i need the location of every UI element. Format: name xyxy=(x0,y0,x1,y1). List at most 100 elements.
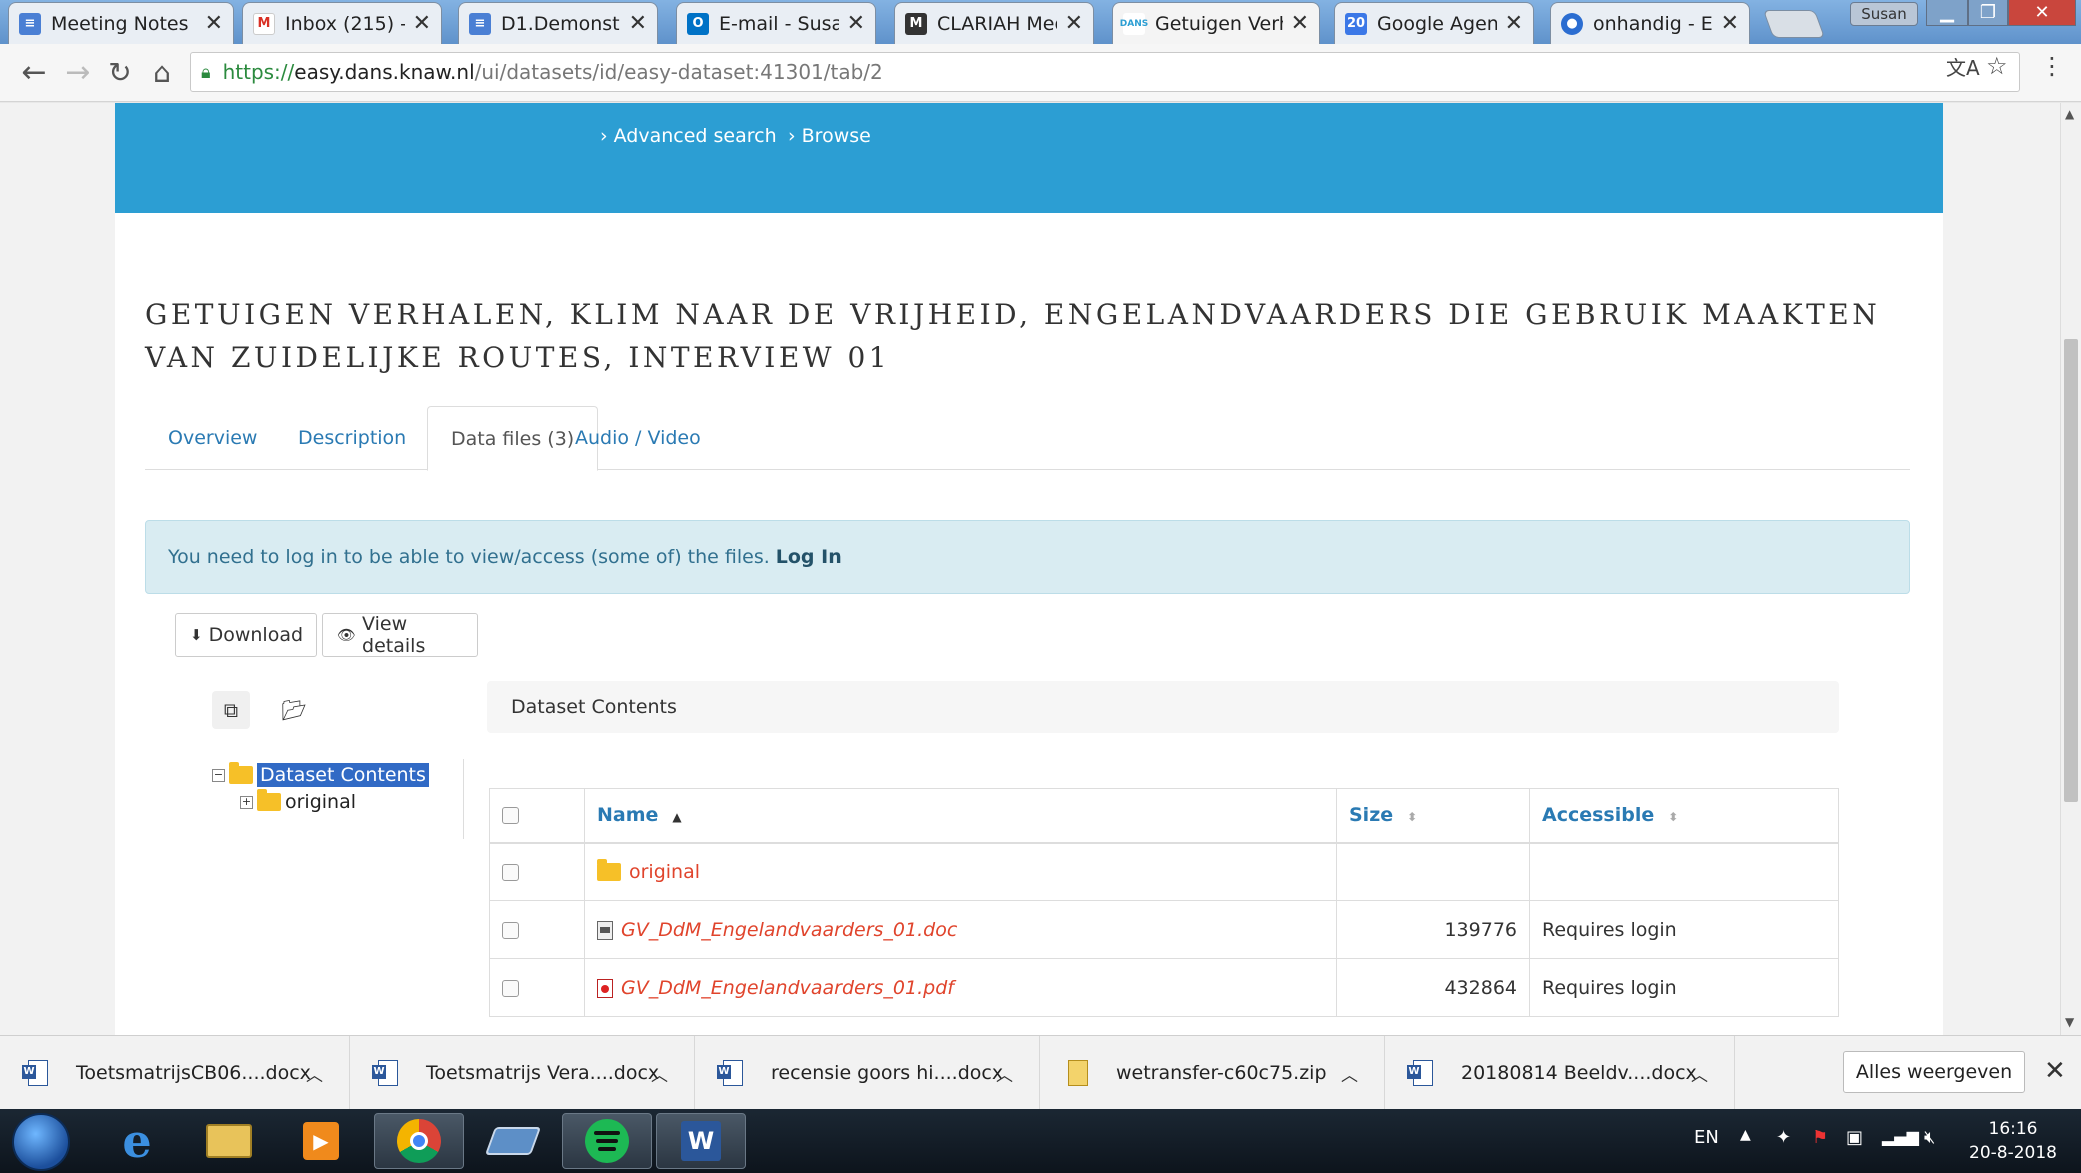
row-checkbox[interactable] xyxy=(502,863,519,881)
file-size-cell: 432864 xyxy=(1336,958,1530,1017)
close-icon[interactable]: ✕ xyxy=(1291,11,1309,36)
chevron-up-icon[interactable]: ︿ xyxy=(1691,1061,1708,1086)
close-icon[interactable]: ✕ xyxy=(1065,11,1083,36)
name-column-header[interactable]: Name ▲ xyxy=(584,788,1337,844)
restore-button[interactable]: ❐ xyxy=(1968,0,2008,26)
folder-up-icon[interactable]: 📂︎ xyxy=(275,691,313,729)
scroll-down-icon[interactable]: ▼ xyxy=(2065,1015,2074,1029)
minimize-button[interactable]: ▁ xyxy=(1926,0,1968,26)
home-icon[interactable]: ⌂ xyxy=(144,54,180,90)
chevron-up-icon[interactable]: ︿ xyxy=(651,1061,668,1086)
close-icon[interactable]: ✕ xyxy=(205,11,223,36)
page-scrollbar[interactable]: ▲ ▼ xyxy=(2060,103,2081,1035)
download-button[interactable]: ⬇ Download xyxy=(175,613,317,657)
chevron-up-icon[interactable]: ︿ xyxy=(1341,1061,1358,1086)
expand-all-icon[interactable]: ⧉ xyxy=(212,691,250,729)
accessible-column-header[interactable]: Accessible ⬍ xyxy=(1529,788,1839,844)
volume-muted-icon[interactable]: 🔇︎ xyxy=(1924,1127,1935,1148)
select-all-checkbox[interactable] xyxy=(502,807,519,825)
system-clock[interactable]: 16:16 20-8-2018 xyxy=(1958,1117,2068,1165)
web-page: › Advanced search › Browse GETUIGEN VERH… xyxy=(0,103,2060,1035)
browser-tab-active[interactable]: DANS Getuigen Verha ✕ xyxy=(1112,2,1320,44)
download-item-name: recensie goors hi....docx xyxy=(771,1062,1004,1084)
browser-tab-label: E-mail - Susan.h xyxy=(719,12,839,35)
download-item[interactable]: Toetsmatrijs Vera....docx ︿ xyxy=(350,1036,695,1110)
dropbox-icon[interactable]: ✦ xyxy=(1776,1127,1791,1148)
download-item[interactable]: wetransfer-c60c75.zip ︿ xyxy=(1040,1036,1385,1110)
size-column-header[interactable]: Size ⬍ xyxy=(1336,788,1530,844)
login-link[interactable]: Log In xyxy=(776,546,842,568)
translate-icon[interactable]: 文A xyxy=(1946,52,1980,81)
word-icon[interactable]: W xyxy=(656,1113,746,1169)
device-icon[interactable]: ▣ xyxy=(1846,1127,1863,1148)
chevron-up-icon[interactable]: ︿ xyxy=(306,1061,323,1086)
close-icon[interactable]: ✕ xyxy=(1721,11,1739,36)
browser-tab[interactable]: M Inbox (215) - hc ✕ xyxy=(242,2,442,44)
tree-divider xyxy=(463,759,464,839)
download-item[interactable]: ToetsmatrijsCB06....docx ︿ xyxy=(0,1036,350,1110)
tab-audio-video[interactable]: Audio / Video xyxy=(552,406,724,470)
language-indicator[interactable]: EN xyxy=(1694,1127,1719,1148)
folder-link[interactable]: original xyxy=(629,861,700,883)
expand-icon[interactable]: + xyxy=(240,795,253,809)
address-bar[interactable]: 🔒︎ https:// easy.dans.knaw.nl /ui/datase… xyxy=(190,52,2020,92)
tree-root-node[interactable]: − Dataset Contents xyxy=(212,762,429,787)
browser-tab[interactable]: ● onhandig - Eng ✕ xyxy=(1550,2,1750,44)
close-icon[interactable]: ✕ xyxy=(2044,1056,2066,1086)
menu-kebab-icon[interactable]: ⋮ xyxy=(2040,52,2064,80)
scroll-up-icon[interactable]: ▲ xyxy=(2065,107,2074,121)
spotify-icon[interactable] xyxy=(562,1113,652,1169)
profile-button[interactable]: Susan xyxy=(1850,2,1918,26)
row-checkbox[interactable] xyxy=(502,979,519,997)
action-center-flag-icon[interactable]: ⚑ xyxy=(1812,1127,1828,1148)
browse-link[interactable]: › Browse xyxy=(788,125,871,147)
back-arrow-icon[interactable]: ← xyxy=(16,54,52,90)
download-item[interactable]: recensie goors hi....docx ︿ xyxy=(695,1036,1040,1110)
view-details-button[interactable]: 👁︎ View details xyxy=(322,613,478,657)
chevron-up-icon[interactable]: ︿ xyxy=(996,1061,1013,1086)
close-icon[interactable]: ✕ xyxy=(847,11,865,36)
reload-icon[interactable]: ↻ xyxy=(102,54,138,90)
chevron-right-icon: › xyxy=(788,125,802,147)
scrollbar-thumb[interactable] xyxy=(2064,339,2078,802)
file-explorer-icon[interactable] xyxy=(184,1113,274,1169)
page-content: › Advanced search › Browse GETUIGEN VERH… xyxy=(115,103,1943,1035)
browser-tab[interactable]: O E-mail - Susan.h ✕ xyxy=(676,2,876,44)
file-link[interactable]: GV_DdM_Engelandvaarders_01.pdf xyxy=(621,977,954,999)
bookmark-star-icon[interactable]: ☆ xyxy=(1986,52,2008,80)
chrome-icon[interactable] xyxy=(374,1113,464,1169)
network-signal-icon[interactable]: ▂▄▆ xyxy=(1882,1127,1919,1146)
window-close-button[interactable]: ✕ xyxy=(2008,0,2076,26)
browser-tab[interactable]: 20 Google Agenda ✕ xyxy=(1334,2,1534,44)
internet-explorer-icon[interactable]: e xyxy=(92,1113,182,1169)
name-column-label: Name xyxy=(597,804,659,827)
browser-tab[interactable]: ≡ D1.Demonstrati ✕ xyxy=(458,2,658,44)
browser-tab[interactable]: M CLARIAH Media ✕ xyxy=(894,2,1094,44)
docs-icon: ≡ xyxy=(19,12,41,35)
show-all-downloads-button[interactable]: Alles weergeven xyxy=(1843,1051,2025,1093)
advanced-search-link[interactable]: › Advanced search xyxy=(600,125,777,147)
tree-child-node[interactable]: + original xyxy=(240,789,356,813)
forward-arrow-icon[interactable]: → xyxy=(60,54,96,90)
start-button[interactable] xyxy=(12,1113,70,1171)
row-checkbox[interactable] xyxy=(502,921,519,939)
table-header-row: Name ▲ Size ⬍ Accessible ⬍ xyxy=(489,788,1839,844)
accessible-column-label: Accessible xyxy=(1542,804,1655,827)
tab-overview[interactable]: Overview xyxy=(145,406,280,470)
zip-icon xyxy=(1068,1060,1088,1086)
browser-tab[interactable]: ≡ Meeting Notes ✕ xyxy=(8,2,234,44)
media-player-icon[interactable]: ▶ xyxy=(276,1113,366,1169)
tab-description[interactable]: Description xyxy=(275,406,429,470)
close-icon[interactable]: ✕ xyxy=(413,11,431,36)
download-item[interactable]: 20180814 Beeldv....docx ︿ xyxy=(1385,1036,1735,1110)
tray-expand-icon[interactable]: ▲ xyxy=(1740,1127,1751,1143)
close-icon[interactable]: ✕ xyxy=(629,11,647,36)
docs-icon: ≡ xyxy=(469,12,491,35)
new-tab-button[interactable] xyxy=(1762,10,1826,38)
word-icon xyxy=(22,1060,48,1086)
close-icon[interactable]: ✕ xyxy=(1505,11,1523,36)
collapse-icon[interactable]: − xyxy=(212,768,225,782)
scanner-app-icon[interactable] xyxy=(468,1113,558,1169)
file-link[interactable]: GV_DdM_Engelandvaarders_01.doc xyxy=(621,919,957,941)
panel-heading: Dataset Contents xyxy=(487,681,1839,733)
